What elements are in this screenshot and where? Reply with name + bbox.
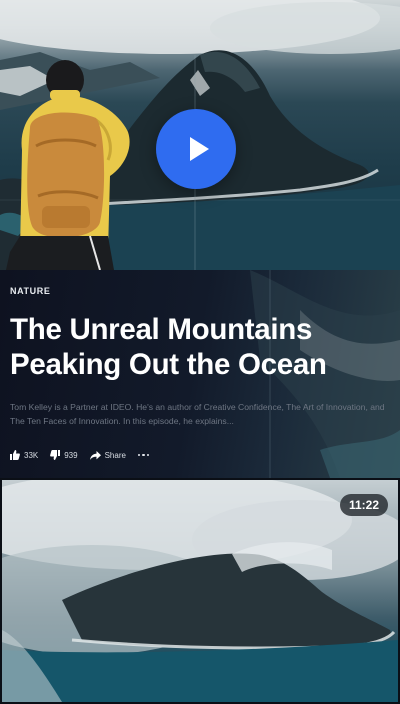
dislike-count: 939 bbox=[64, 450, 78, 460]
article-panel: NATURE The Unreal Mountains Peaking Out … bbox=[0, 270, 400, 478]
video-thumbnail[interactable]: 11:22 bbox=[2, 480, 398, 702]
more-icon bbox=[137, 453, 150, 457]
share-icon bbox=[89, 450, 101, 460]
hero-image[interactable] bbox=[0, 0, 400, 270]
play-button[interactable] bbox=[156, 109, 236, 189]
like-count: 33K bbox=[24, 450, 39, 460]
play-icon bbox=[189, 137, 209, 161]
article-description: Tom Kelley is a Partner at IDEO. He's an… bbox=[10, 402, 385, 426]
share-label: Share bbox=[104, 450, 126, 460]
article-title[interactable]: The Unreal Mountains Peaking Out the Oce… bbox=[10, 312, 395, 382]
video-duration-badge: 11:22 bbox=[339, 494, 388, 516]
like-button[interactable]: 33K bbox=[10, 450, 38, 460]
island-scene-illustration bbox=[2, 480, 398, 702]
dislike-button[interactable]: 939 bbox=[50, 450, 78, 460]
share-button[interactable]: Share bbox=[89, 450, 126, 460]
category-label[interactable]: NATURE bbox=[10, 286, 50, 296]
more-options-button[interactable] bbox=[137, 453, 150, 457]
thumbs-down-icon bbox=[50, 450, 61, 460]
thumbs-up-icon bbox=[10, 450, 20, 460]
article-actions: 33K 939 Share bbox=[10, 448, 150, 462]
